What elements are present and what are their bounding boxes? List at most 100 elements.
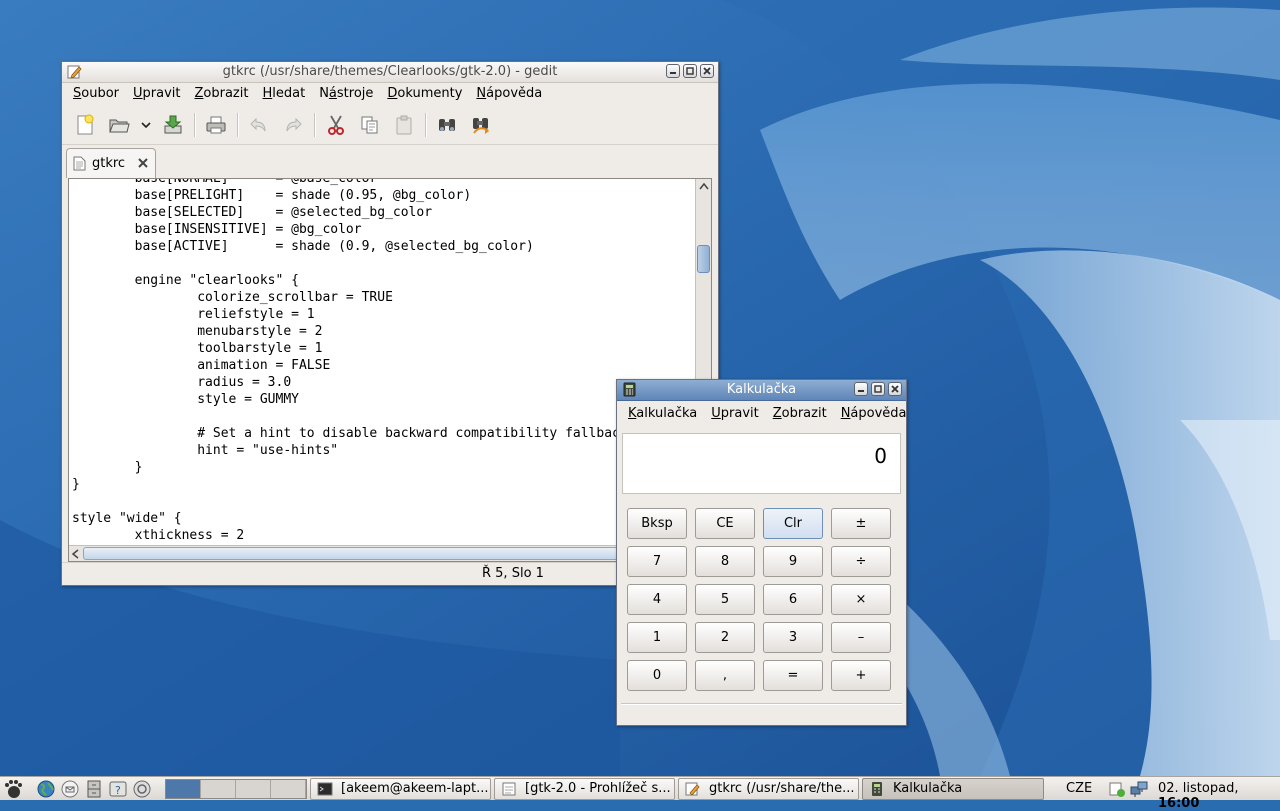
calculator-keypad: Bksp CE Clr ± 7 8 9 ÷ 4 5 6 × 1 2 3 – 0 … bbox=[627, 508, 893, 691]
digit-4-button[interactable]: 4 bbox=[627, 584, 687, 615]
copy-button[interactable] bbox=[353, 109, 387, 141]
clock[interactable]: 02. listopad, 16:00 bbox=[1158, 781, 1280, 811]
printer-icon bbox=[206, 116, 226, 134]
gedit-toolbar bbox=[62, 106, 718, 145]
code-text[interactable]: base[NORMAL] = @base_color base[PRELIGHT… bbox=[72, 179, 643, 544]
calculator-menubar: Kalkulačka Upravit Zobrazit Nápověda bbox=[617, 403, 907, 425]
undo-icon bbox=[250, 117, 266, 132]
find-replace-icon bbox=[473, 118, 489, 134]
workspace-3[interactable] bbox=[236, 780, 271, 798]
decimal-point-button[interactable]: , bbox=[695, 660, 755, 691]
scroll-up-icon[interactable] bbox=[699, 182, 709, 190]
notes-tray-icon[interactable] bbox=[1108, 780, 1126, 798]
minimize-icon bbox=[670, 72, 676, 74]
minimize-icon bbox=[858, 390, 864, 392]
taskbar-gedit[interactable]: gtkrc (/usr/share/the... bbox=[678, 778, 859, 800]
digit-5-button[interactable]: 5 bbox=[695, 584, 755, 615]
maximize-button[interactable] bbox=[871, 382, 885, 396]
find-button[interactable] bbox=[430, 109, 464, 141]
scroll-left-icon[interactable] bbox=[71, 549, 79, 559]
workspace-1[interactable] bbox=[166, 780, 201, 798]
taskbar-label: [gtk-2.0 - Prohlížeč s... bbox=[525, 781, 671, 796]
save-button[interactable] bbox=[156, 109, 190, 141]
redo-button[interactable] bbox=[276, 109, 310, 141]
menu-soubor[interactable]: Soubor bbox=[66, 83, 126, 105]
backspace-button[interactable]: Bksp bbox=[627, 508, 687, 539]
open-button[interactable] bbox=[102, 109, 136, 141]
taskbar-calculator[interactable]: Kalkulačka bbox=[862, 778, 1044, 800]
taskbar-terminal[interactable]: [akeem@akeem-lapt... bbox=[310, 778, 491, 800]
digit-1-button[interactable]: 1 bbox=[627, 622, 687, 653]
binoculars-icon bbox=[439, 119, 455, 131]
minimize-button[interactable] bbox=[666, 64, 680, 78]
digit-0-button[interactable]: 0 bbox=[627, 660, 687, 691]
digit-7-button[interactable]: 7 bbox=[627, 546, 687, 577]
subtract-button[interactable]: – bbox=[831, 622, 891, 653]
menu-dokumenty[interactable]: Dokumenty bbox=[380, 83, 469, 105]
gedit-window-title: gtkrc (/usr/share/themes/Clearlooks/gtk-… bbox=[222, 64, 558, 79]
equals-button[interactable]: = bbox=[763, 660, 823, 691]
open-recent-dropdown[interactable] bbox=[136, 109, 156, 141]
vertical-scroll-thumb[interactable] bbox=[697, 245, 710, 273]
horizontal-scroll-thumb[interactable] bbox=[83, 547, 683, 560]
menu-upravit[interactable]: Upravit bbox=[704, 403, 765, 425]
email-client-icon[interactable] bbox=[59, 779, 81, 799]
text-editor-icon bbox=[685, 782, 700, 796]
workspace-switcher[interactable] bbox=[165, 779, 307, 799]
toolbar-separator bbox=[314, 113, 315, 137]
replace-button[interactable] bbox=[464, 109, 498, 141]
digit-8-button[interactable]: 8 bbox=[695, 546, 755, 577]
folder-open-icon bbox=[109, 119, 130, 133]
tab-gtkrc[interactable]: gtkrc bbox=[66, 148, 156, 178]
calculator-titlebar[interactable]: Kalkulačka bbox=[617, 380, 906, 401]
close-button[interactable] bbox=[700, 64, 714, 78]
menu-napoveda[interactable]: Nápověda bbox=[469, 83, 549, 105]
clear-button[interactable]: Clr bbox=[763, 508, 823, 539]
scissors-icon bbox=[328, 115, 344, 135]
bottom-panel: ? [akeem@akeem-lapt... [gtk-2.0 - Prohlí… bbox=[0, 776, 1280, 811]
print-button[interactable] bbox=[199, 109, 233, 141]
digit-2-button[interactable]: 2 bbox=[695, 622, 755, 653]
menu-nastroje[interactable]: Nástroje bbox=[312, 83, 380, 105]
menu-napoveda[interactable]: Nápověda bbox=[834, 403, 914, 425]
toolbar-separator bbox=[194, 113, 195, 137]
minimize-button[interactable] bbox=[854, 382, 868, 396]
maximize-button[interactable] bbox=[683, 64, 697, 78]
divide-button[interactable]: ÷ bbox=[831, 546, 891, 577]
tab-label: gtkrc bbox=[92, 156, 126, 171]
redo-icon bbox=[286, 117, 302, 132]
paste-button[interactable] bbox=[387, 109, 421, 141]
clear-entry-button[interactable]: CE bbox=[695, 508, 755, 539]
menu-zobrazit[interactable]: Zobrazit bbox=[766, 403, 834, 425]
menu-hledat[interactable]: Hledat bbox=[255, 83, 312, 105]
gedit-titlebar[interactable]: gtkrc (/usr/share/themes/Clearlooks/gtk-… bbox=[62, 62, 718, 83]
cut-button[interactable] bbox=[319, 109, 353, 141]
digit-3-button[interactable]: 3 bbox=[763, 622, 823, 653]
close-button[interactable] bbox=[888, 382, 902, 396]
copy-icon bbox=[361, 116, 378, 134]
network-icon[interactable] bbox=[1130, 780, 1148, 798]
file-browser-icon bbox=[502, 782, 516, 796]
digit-6-button[interactable]: 6 bbox=[763, 584, 823, 615]
menu-kalkulacka[interactable]: Kalkulačka bbox=[621, 403, 704, 425]
menu-zobrazit[interactable]: Zobrazit bbox=[188, 83, 256, 105]
new-document-button[interactable] bbox=[68, 109, 102, 141]
digit-9-button[interactable]: 9 bbox=[763, 546, 823, 577]
taskbar-label: [akeem@akeem-lapt... bbox=[341, 781, 489, 796]
add-button[interactable]: + bbox=[831, 660, 891, 691]
file-cabinet-icon[interactable] bbox=[83, 779, 105, 799]
undo-button[interactable] bbox=[242, 109, 276, 141]
plus-minus-button[interactable]: ± bbox=[831, 508, 891, 539]
workspace-4[interactable] bbox=[271, 780, 306, 798]
web-browser-globe-icon[interactable] bbox=[35, 779, 57, 799]
horizontal-scrollbar[interactable] bbox=[69, 545, 697, 561]
terminal-launcher-icon[interactable] bbox=[131, 779, 153, 799]
help-icon[interactable]: ? bbox=[107, 779, 129, 799]
keyboard-layout-indicator[interactable]: CZE bbox=[1066, 781, 1092, 796]
tab-close-icon[interactable] bbox=[137, 157, 149, 169]
taskbar-file-browser[interactable]: [gtk-2.0 - Prohlížeč s... bbox=[494, 778, 675, 800]
menu-upravit[interactable]: Upravit bbox=[126, 83, 187, 105]
workspace-2[interactable] bbox=[201, 780, 236, 798]
main-menu-foot-icon[interactable] bbox=[2, 779, 24, 799]
multiply-button[interactable]: × bbox=[831, 584, 891, 615]
